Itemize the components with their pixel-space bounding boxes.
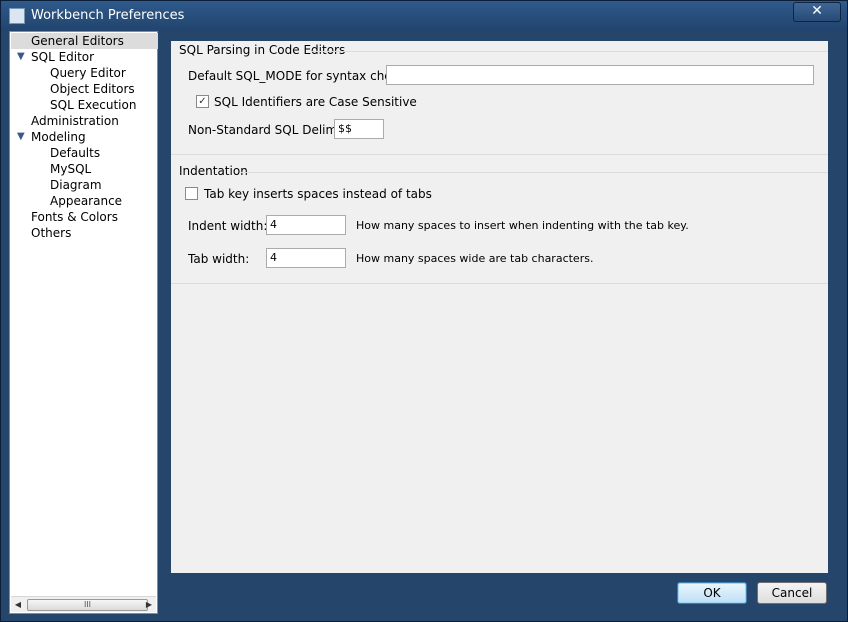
preferences-panel: SQL Parsing in Code Editors Default SQL_…	[171, 41, 828, 573]
tab-spaces-label[interactable]: Tab key inserts spaces instead of tabs	[204, 187, 432, 201]
tree-item-administration[interactable]: Administration	[31, 113, 119, 129]
group-title-sql-parsing: SQL Parsing in Code Editors	[179, 43, 346, 57]
section-divider	[171, 283, 828, 284]
indent-width-help: How many spaces to insert when indenting…	[356, 219, 689, 232]
tree-item-defaults[interactable]: Defaults	[50, 145, 100, 161]
tree-item-modeling[interactable]: Modeling	[31, 129, 86, 145]
tree-item-query-editor[interactable]: Query Editor	[50, 65, 126, 81]
tree-item-fonts-colors[interactable]: Fonts & Colors	[31, 209, 118, 225]
title-bar[interactable]: Workbench Preferences ✕	[1, 1, 847, 31]
close-button[interactable]: ✕	[793, 2, 841, 22]
workbench-logo-icon	[9, 8, 25, 24]
section-divider	[171, 154, 828, 155]
case-sensitive-label[interactable]: SQL Identifiers are Case Sensitive	[214, 95, 417, 109]
tree-item-sql-editor[interactable]: SQL Editor	[31, 49, 94, 65]
tab-width-input[interactable]: 4	[266, 248, 346, 268]
case-sensitive-checkbox[interactable]: ✓	[196, 95, 209, 108]
scroll-thumb[interactable]: III	[27, 599, 148, 611]
horizontal-scrollbar[interactable]: ◀ III ▶	[11, 596, 156, 612]
group-divider	[311, 51, 828, 52]
tab-width-label: Tab width:	[188, 252, 250, 266]
window-title: Workbench Preferences	[31, 8, 185, 23]
tree-item-others[interactable]: Others	[31, 225, 71, 241]
sql-mode-input[interactable]	[386, 65, 814, 85]
scroll-left-icon[interactable]: ◀	[11, 597, 25, 612]
tree-item-sql-execution[interactable]: SQL Execution	[50, 97, 136, 113]
triangle-down-icon[interactable]: ▼	[17, 49, 27, 65]
tab-spaces-checkbox[interactable]	[185, 187, 198, 200]
tree-item-object-editors[interactable]: Object Editors	[50, 81, 135, 97]
tree-item-appearance[interactable]: Appearance	[50, 193, 122, 209]
group-title-indentation: Indentation	[179, 164, 248, 178]
scroll-right-icon[interactable]: ▶	[142, 597, 156, 612]
triangle-down-icon[interactable]: ▼	[17, 129, 27, 145]
group-divider	[241, 172, 828, 173]
tree-item-mysql[interactable]: MySQL	[50, 161, 91, 177]
indent-width-input[interactable]: 4	[266, 215, 346, 235]
indent-width-label: Indent width:	[188, 219, 268, 233]
tree-item-diagram[interactable]: Diagram	[50, 177, 102, 193]
tree-item-general-editors[interactable]: General Editors	[11, 33, 158, 49]
tab-width-help: How many spaces wide are tab characters.	[356, 252, 594, 265]
preferences-tree[interactable]: General Editors ▼ SQL Editor Query Edito…	[9, 31, 158, 614]
cancel-button[interactable]: Cancel	[757, 582, 827, 604]
preferences-window: Workbench Preferences ✕ General Editors …	[0, 0, 848, 622]
ok-button[interactable]: OK	[677, 582, 747, 604]
delimiter-input[interactable]: $$	[334, 119, 384, 139]
